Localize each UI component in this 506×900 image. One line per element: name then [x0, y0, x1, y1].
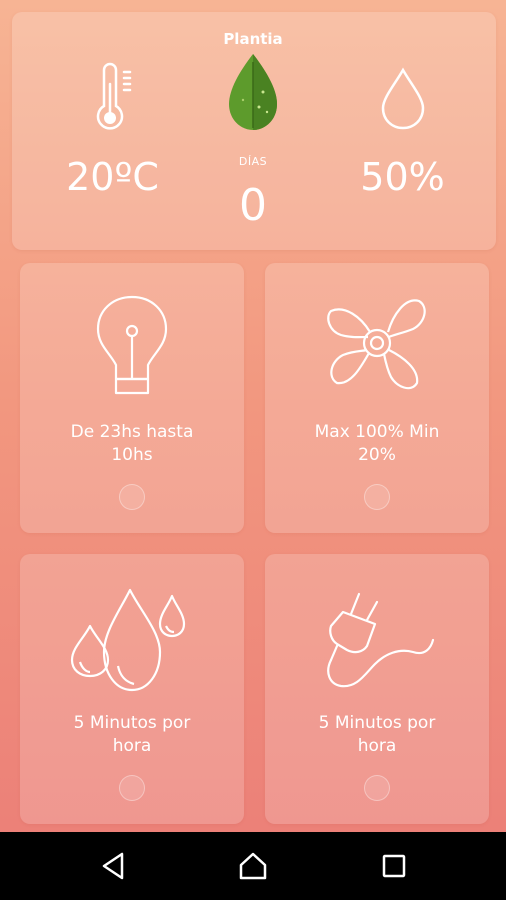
watering-toggle[interactable] — [119, 775, 145, 801]
fan-toggle[interactable] — [364, 484, 390, 510]
humidity-drop-icon — [381, 67, 425, 130]
water-drops-icon — [70, 588, 186, 692]
fan-control-card[interactable]: Max 100% Min 20% — [265, 263, 489, 533]
humidity-value: 50% — [360, 155, 445, 199]
light-schedule-label: De 23hs hasta 10hs — [70, 422, 194, 465]
power-plug-icon — [327, 592, 435, 688]
light-schedule-card[interactable]: De 23hs hasta 10hs — [20, 263, 244, 533]
temperature-value: 20ºC — [66, 155, 159, 199]
watering-card[interactable]: 5 Minutos por hora — [20, 554, 244, 824]
back-triangle-icon[interactable] — [98, 850, 130, 882]
light-toggle[interactable] — [119, 484, 145, 510]
lightbulb-icon — [96, 295, 168, 395]
navigation-bar — [0, 832, 506, 900]
watering-label: 5 Minutos por hora — [73, 713, 191, 756]
days-label: DÍAS — [238, 155, 268, 168]
power-label: 5 Minutos por hora — [318, 713, 436, 756]
home-icon[interactable] — [237, 850, 269, 882]
leaf-icon — [229, 54, 277, 130]
days-value: 0 — [239, 180, 267, 231]
fan-control-label: Max 100% Min 20% — [314, 422, 440, 465]
recents-square-icon[interactable] — [378, 850, 410, 882]
thermometer-icon — [96, 62, 132, 130]
fan-icon — [327, 299, 426, 390]
power-toggle[interactable] — [364, 775, 390, 801]
plant-name: Plantia — [223, 30, 283, 48]
power-card[interactable]: 5 Minutos por hora — [265, 554, 489, 824]
